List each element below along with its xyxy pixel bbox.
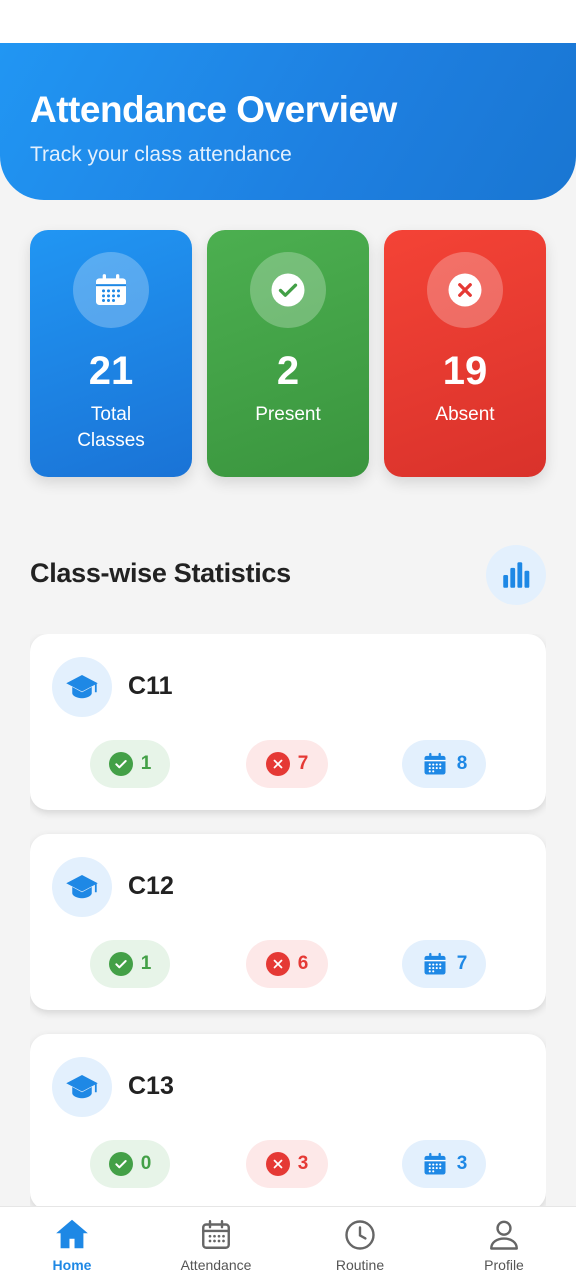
absent-value: 19 [442, 349, 488, 393]
present-value: 2 [276, 349, 300, 393]
total-count-badge: 8 [402, 740, 486, 788]
present-card[interactable]: 2 Present [207, 230, 369, 477]
home-icon [56, 1219, 88, 1249]
graduation-cap-icon [52, 1057, 112, 1117]
check-icon [108, 1152, 133, 1176]
present-count: 0 [140, 1153, 152, 1174]
bottom-navigation: Home Attendance Routine Profile [0, 1206, 576, 1280]
nav-item-attendance[interactable]: Attendance [144, 1207, 288, 1280]
absent-count: 3 [297, 1153, 309, 1174]
total-count-badge: 7 [402, 940, 486, 988]
absent-count-badge: 6 [246, 940, 328, 988]
close-icon [265, 952, 290, 976]
header-banner: Attendance Overview Track your class att… [0, 43, 576, 200]
total-classes-value: 21 [88, 349, 134, 393]
section-title: Class-wise Statistics [30, 558, 291, 588]
present-count-badge: 1 [90, 740, 170, 788]
present-label: Present [255, 404, 321, 425]
total-count: 8 [456, 753, 468, 774]
total-count: 3 [456, 1153, 468, 1174]
nav-label-home: Home [52, 1257, 92, 1273]
page-title: Attendance Overview [30, 89, 397, 130]
total-count-badge: 3 [402, 1140, 486, 1188]
absent-card[interactable]: 19 Absent [384, 230, 546, 477]
nav-label-attendance: Attendance [180, 1257, 252, 1273]
graduation-cap-icon [52, 857, 112, 917]
calendar-icon [73, 252, 149, 328]
calendar-icon [424, 952, 446, 975]
page-subtitle: Track your class attendance [30, 143, 292, 166]
class-card[interactable]: C11 1 7 8 [30, 634, 546, 810]
absent-count-badge: 7 [246, 740, 328, 788]
class-name: C12 [128, 872, 174, 900]
clock-icon [345, 1220, 375, 1250]
present-count-badge: 1 [90, 940, 170, 988]
nav-item-profile[interactable]: Profile [432, 1207, 576, 1280]
close-circle-icon [427, 252, 503, 328]
absent-count: 6 [297, 953, 309, 974]
calendar-icon [202, 1220, 230, 1249]
graduation-cap-icon [52, 657, 112, 717]
check-icon [108, 952, 133, 976]
class-name: C13 [128, 1072, 174, 1100]
nav-label-profile: Profile [484, 1257, 524, 1273]
calendar-icon [424, 1152, 446, 1175]
class-name: C11 [128, 672, 173, 700]
check-icon [108, 752, 133, 776]
person-icon [490, 1220, 518, 1250]
close-icon [265, 1152, 290, 1176]
class-list: C11 1 7 8 C12 1 6 7 C13 0 3 3 [30, 634, 546, 1206]
absent-count-badge: 3 [246, 1140, 328, 1188]
calendar-icon [424, 752, 446, 775]
class-card[interactable]: C12 1 6 7 [30, 834, 546, 1010]
check-circle-icon [250, 252, 326, 328]
nav-item-home[interactable]: Home [0, 1207, 144, 1280]
class-card[interactable]: C13 0 3 3 [30, 1034, 546, 1206]
total-classes-label: Total Classes [77, 404, 145, 451]
present-count: 1 [140, 753, 152, 774]
bar-chart-icon [503, 562, 530, 588]
summary-cards: 21 Total Classes 2 Present 19 Absent [30, 230, 546, 477]
absent-count: 7 [297, 753, 309, 774]
statistics-chart-button[interactable] [486, 545, 546, 605]
present-count: 1 [140, 953, 152, 974]
total-classes-card[interactable]: 21 Total Classes [30, 230, 192, 477]
absent-label: Absent [435, 404, 495, 425]
close-icon [265, 752, 290, 776]
present-count-badge: 0 [90, 1140, 170, 1188]
total-count: 7 [456, 953, 468, 974]
nav-item-routine[interactable]: Routine [288, 1207, 432, 1280]
status-bar [0, 0, 576, 43]
nav-label-routine: Routine [335, 1257, 385, 1273]
